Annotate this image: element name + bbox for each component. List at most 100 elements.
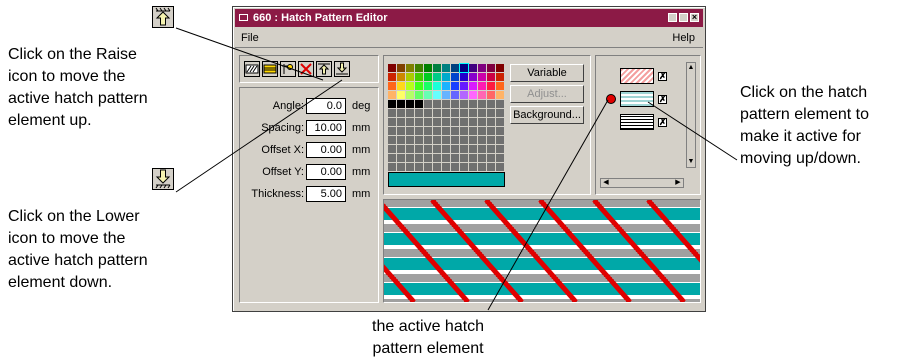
palette-swatch[interactable]	[406, 136, 414, 144]
palette-swatch[interactable]	[433, 91, 441, 99]
palette-swatch[interactable]	[478, 163, 486, 171]
palette-swatch[interactable]	[478, 118, 486, 126]
palette-swatch[interactable]	[397, 64, 405, 72]
palette-swatch[interactable]	[460, 127, 468, 135]
palette-swatch[interactable]	[406, 163, 414, 171]
palette-swatch[interactable]	[433, 136, 441, 144]
offset-x-field[interactable]: 0.00	[306, 142, 346, 158]
palette-swatch[interactable]	[415, 73, 423, 81]
palette-swatch[interactable]	[415, 163, 423, 171]
palette-swatch[interactable]	[460, 73, 468, 81]
palette-swatch[interactable]	[388, 100, 396, 108]
offset-y-field[interactable]: 0.00	[306, 164, 346, 180]
palette-swatch[interactable]	[424, 118, 432, 126]
angle-field[interactable]: 0.0	[306, 98, 346, 114]
new-element-icon[interactable]	[280, 61, 296, 77]
palette-swatch[interactable]	[487, 145, 495, 153]
palette-swatch[interactable]	[424, 163, 432, 171]
palette-swatch[interactable]	[415, 64, 423, 72]
palette-swatch[interactable]	[442, 145, 450, 153]
palette-swatch[interactable]	[388, 136, 396, 144]
palette-swatch[interactable]	[397, 118, 405, 126]
palette-swatch[interactable]	[406, 100, 414, 108]
palette-swatch[interactable]	[397, 136, 405, 144]
variable-button[interactable]: Variable	[510, 64, 584, 82]
palette-swatch[interactable]	[388, 73, 396, 81]
thickness-field[interactable]: 5.00	[306, 186, 346, 202]
palette-swatch[interactable]	[469, 154, 477, 162]
line-pattern-icon[interactable]	[262, 61, 278, 77]
spacing-field[interactable]: 10.00	[306, 120, 346, 136]
palette-swatch[interactable]	[478, 100, 486, 108]
palette-swatch[interactable]	[433, 118, 441, 126]
palette-swatch[interactable]	[406, 73, 414, 81]
palette-swatch[interactable]	[442, 109, 450, 117]
palette-swatch[interactable]	[415, 154, 423, 162]
scroll-left-icon[interactable]: ◀	[601, 179, 611, 187]
palette-swatch[interactable]	[388, 64, 396, 72]
palette-swatch[interactable]	[487, 91, 495, 99]
palette-swatch[interactable]	[496, 82, 504, 90]
palette-swatch[interactable]	[424, 109, 432, 117]
palette-swatch[interactable]	[424, 91, 432, 99]
palette-swatch[interactable]	[397, 163, 405, 171]
palette-swatch[interactable]	[415, 136, 423, 144]
palette-swatch[interactable]	[451, 154, 459, 162]
palette-swatch[interactable]	[469, 127, 477, 135]
palette-swatch[interactable]	[469, 118, 477, 126]
palette-swatch[interactable]	[487, 109, 495, 117]
palette-swatch[interactable]	[469, 136, 477, 144]
palette-swatch[interactable]	[388, 91, 396, 99]
palette-swatch[interactable]	[397, 73, 405, 81]
palette-swatch[interactable]	[397, 127, 405, 135]
palette-swatch[interactable]	[496, 127, 504, 135]
palette-swatch[interactable]	[424, 100, 432, 108]
palette-swatch[interactable]	[496, 154, 504, 162]
palette-swatch[interactable]	[433, 127, 441, 135]
palette-swatch[interactable]	[451, 109, 459, 117]
palette-swatch[interactable]	[424, 136, 432, 144]
palette-swatch[interactable]	[451, 64, 459, 72]
palette-swatch[interactable]	[496, 163, 504, 171]
palette-swatch[interactable]	[469, 73, 477, 81]
palette-swatch[interactable]	[478, 136, 486, 144]
palette-swatch[interactable]	[487, 118, 495, 126]
palette-swatch[interactable]	[460, 109, 468, 117]
palette-swatch[interactable]	[478, 154, 486, 162]
hatch-element-teal[interactable]	[620, 91, 654, 107]
palette-swatch[interactable]	[496, 64, 504, 72]
background-button[interactable]: Background...	[510, 106, 584, 124]
palette-swatch[interactable]	[460, 100, 468, 108]
palette-swatch[interactable]	[406, 109, 414, 117]
palette-swatch[interactable]	[433, 109, 441, 117]
menu-file[interactable]: File	[241, 29, 259, 47]
palette-swatch[interactable]	[424, 145, 432, 153]
palette-swatch[interactable]	[415, 127, 423, 135]
palette-swatch[interactable]	[415, 100, 423, 108]
hatch-element-black-check[interactable]: ✗	[658, 118, 667, 127]
palette-swatch[interactable]	[451, 91, 459, 99]
palette-swatch[interactable]	[469, 109, 477, 117]
palette-swatch[interactable]	[442, 163, 450, 171]
palette-swatch[interactable]	[388, 82, 396, 90]
palette-swatch[interactable]	[487, 163, 495, 171]
palette-swatch[interactable]	[388, 127, 396, 135]
palette-swatch[interactable]	[433, 64, 441, 72]
palette-swatch[interactable]	[460, 136, 468, 144]
palette-swatch[interactable]	[442, 82, 450, 90]
palette-swatch[interactable]	[424, 64, 432, 72]
palette-swatch[interactable]	[487, 154, 495, 162]
palette-swatch[interactable]	[397, 154, 405, 162]
palette-swatch[interactable]	[424, 82, 432, 90]
adjust-button[interactable]: Adjust...	[510, 85, 584, 103]
palette-swatch[interactable]	[406, 154, 414, 162]
hatch-element-red-check[interactable]: ✗	[658, 72, 667, 81]
palette-swatch[interactable]	[451, 145, 459, 153]
palette-swatch[interactable]	[469, 82, 477, 90]
vertical-scrollbar[interactable]: ▲ ▼	[686, 62, 696, 168]
hatch-element-black[interactable]	[620, 114, 654, 130]
palette-swatch[interactable]	[442, 100, 450, 108]
palette-swatch[interactable]	[433, 82, 441, 90]
palette-swatch[interactable]	[487, 64, 495, 72]
palette-swatch[interactable]	[442, 118, 450, 126]
